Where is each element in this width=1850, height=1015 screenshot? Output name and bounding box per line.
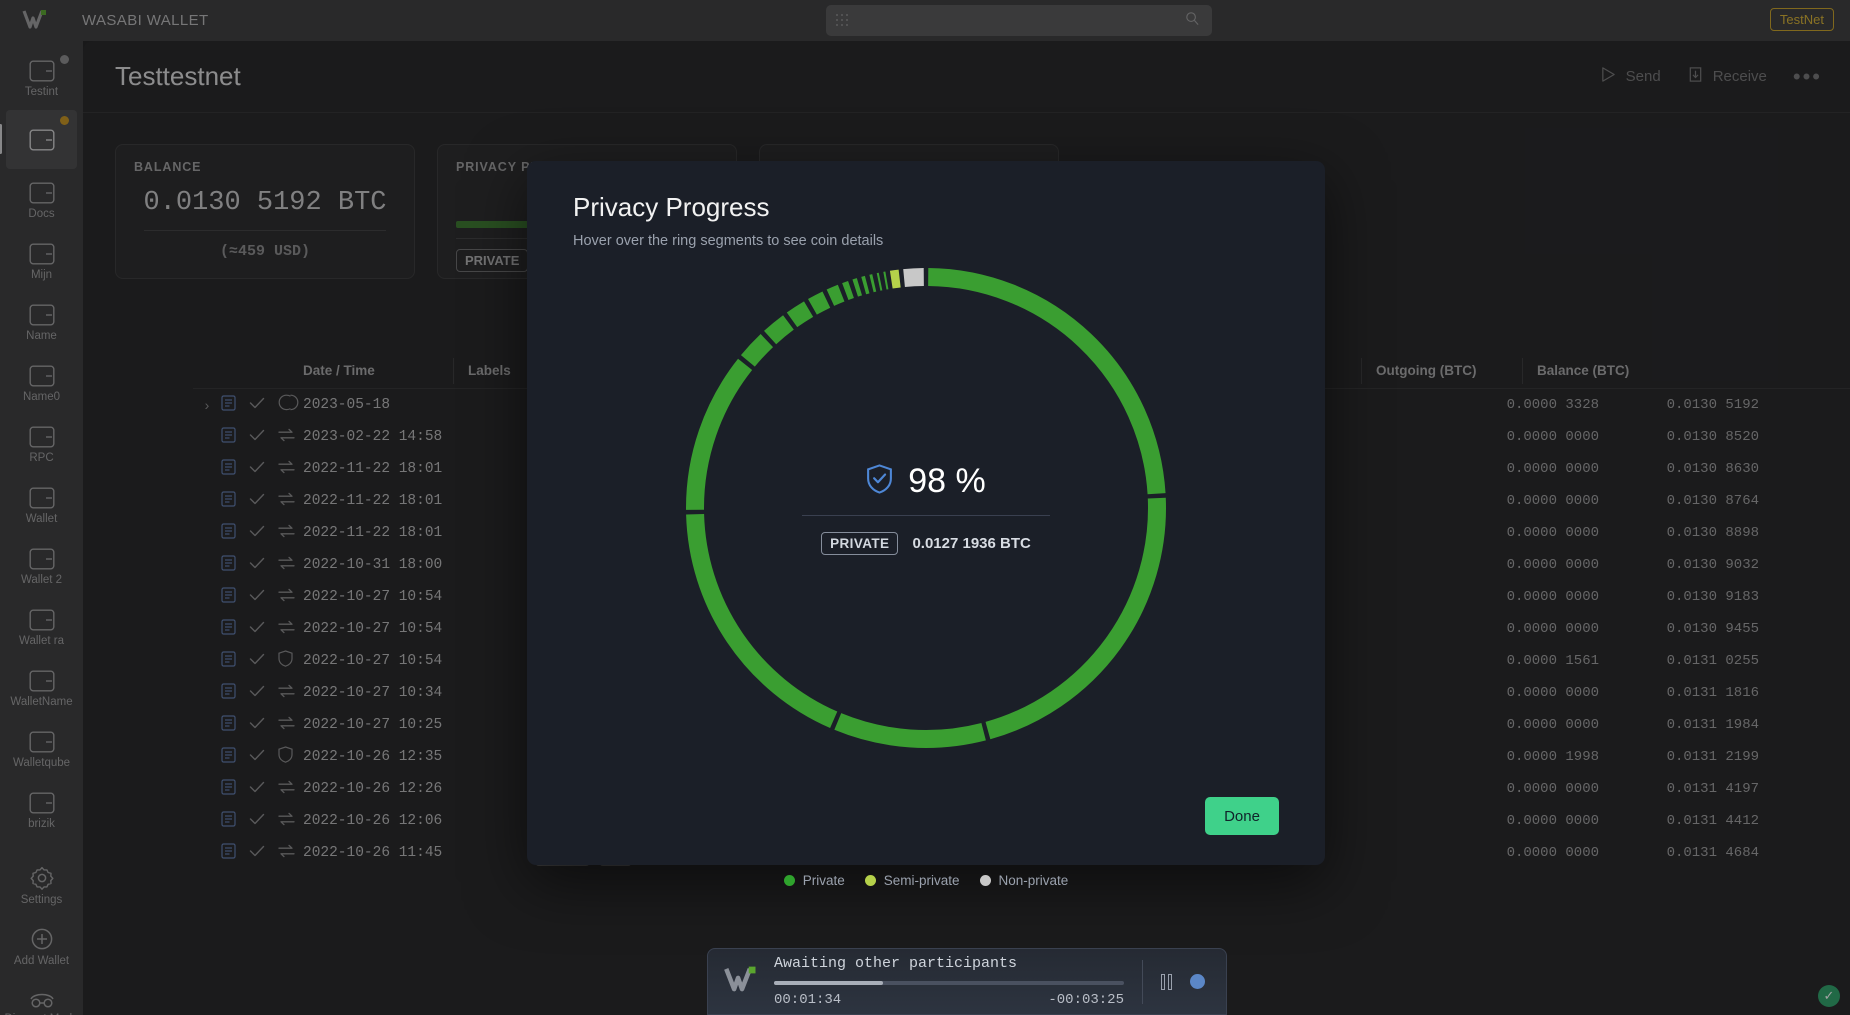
status-elapsed: 00:01:34 bbox=[774, 992, 841, 1008]
legend-swatch bbox=[865, 875, 876, 886]
wasabi-status-logo-icon bbox=[724, 964, 760, 999]
status-dot-icon[interactable] bbox=[1190, 974, 1205, 989]
shield-check-icon bbox=[866, 464, 893, 499]
dialog-subtitle: Hover over the ring segments to see coin… bbox=[573, 233, 883, 249]
pause-button[interactable] bbox=[1161, 974, 1172, 990]
done-button[interactable]: Done bbox=[1205, 797, 1279, 835]
legend-item-private: Private bbox=[784, 873, 845, 888]
legend-label: Private bbox=[803, 873, 845, 888]
percent-row: 98 % bbox=[866, 462, 986, 501]
private-amount-row: PRIVATE 0.0127 1936 BTC bbox=[821, 532, 1031, 555]
legend-swatch bbox=[784, 875, 795, 886]
status-remaining: -00:03:25 bbox=[1048, 992, 1124, 1008]
private-amount: 0.0127 1936 BTC bbox=[912, 535, 1030, 552]
ring-legend: Private Semi-private Non-private bbox=[527, 873, 1325, 888]
center-divider bbox=[802, 515, 1050, 516]
private-chip: PRIVATE bbox=[821, 532, 898, 555]
legend-swatch bbox=[980, 875, 991, 886]
privacy-ring-chart[interactable]: 98 % PRIVATE 0.0127 1936 BTC bbox=[673, 255, 1179, 761]
privacy-progress-dialog: Privacy Progress Hover over the ring seg… bbox=[527, 161, 1325, 865]
status-text-block: Awaiting other participants 00:01:34 -00… bbox=[774, 955, 1124, 1008]
status-message: Awaiting other participants bbox=[774, 955, 1124, 972]
legend-label: Semi-private bbox=[884, 873, 960, 888]
legend-item-non-private: Non-private bbox=[980, 873, 1069, 888]
dialog-title: Privacy Progress bbox=[573, 192, 770, 223]
status-times: 00:01:34 -00:03:25 bbox=[774, 992, 1124, 1008]
app-root: WASABI WALLET TestNet TestintDocsMijnNam… bbox=[0, 0, 1850, 1015]
legend-label: Non-private bbox=[999, 873, 1069, 888]
ring-center-info: 98 % PRIVATE 0.0127 1936 BTC bbox=[673, 255, 1179, 761]
privacy-percent: 98 % bbox=[908, 462, 986, 501]
coinjoin-status-bar: Awaiting other participants 00:01:34 -00… bbox=[707, 948, 1227, 1015]
status-progress-bar bbox=[774, 981, 1124, 985]
legend-item-semi-private: Semi-private bbox=[865, 873, 960, 888]
status-divider bbox=[1142, 960, 1143, 1004]
